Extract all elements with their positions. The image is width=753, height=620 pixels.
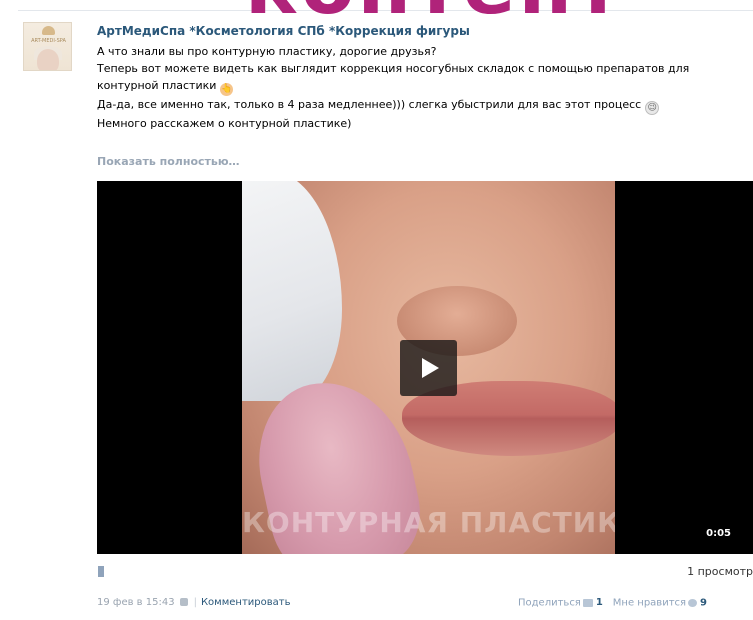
heart-icon <box>688 598 698 607</box>
share-count: 1 <box>595 597 603 608</box>
video-duration: 0:05 <box>706 528 731 539</box>
avatar-face <box>37 49 59 70</box>
avatar[interactable]: ART-MEDI-SPA <box>23 22 72 71</box>
pointing-hand-icon: 👆 <box>220 83 234 96</box>
video-watermark: КОНТУРНАЯ ПЛАСТИКА <box>242 506 615 539</box>
share-label: Поделиться <box>518 597 581 608</box>
post-text: А что знали вы про контурную пластику, д… <box>97 43 737 132</box>
like-label: Мне нравится <box>612 597 687 608</box>
video-player[interactable]: КОНТУРНАЯ ПЛАСТИКА 0:05 <box>97 181 753 554</box>
audio-bar-icon <box>98 566 104 577</box>
lock-icon <box>179 598 188 606</box>
avatar-brand: ART-MEDI-SPA <box>31 38 66 44</box>
post-line-text: Да-да, все именно так, только в 4 раза м… <box>97 98 642 111</box>
comment-link[interactable]: Комментировать <box>201 597 291 608</box>
post-line: Немного расскажем о контурной пластике) <box>97 117 352 130</box>
megaphone-icon <box>582 598 593 607</box>
wink-emoji-icon: 😉 <box>645 101 660 115</box>
shell-logo-icon <box>42 26 55 35</box>
post-date[interactable]: 19 фев в 15:43 <box>97 597 175 608</box>
post-actions: Поделиться 1 Мне нравится 9 <box>518 597 707 609</box>
post-page: контент ART-MEDI-SPA АртМедиСпа *Космето… <box>0 0 753 620</box>
share-button[interactable]: Поделиться 1 <box>518 597 613 609</box>
like-count: 9 <box>700 597 708 608</box>
view-count: 1 просмотр <box>687 565 753 578</box>
post-line: Да-да, все именно так, только в 4 раза м… <box>97 96 737 115</box>
like-button[interactable]: Мне нравится 9 <box>612 597 708 609</box>
post-line: контурной пластики 👆 <box>97 77 737 96</box>
play-icon <box>422 358 439 378</box>
show-more-link[interactable]: Показать полностью… <box>97 155 240 168</box>
play-button[interactable] <box>400 340 457 396</box>
post-line-text: контурной пластики <box>97 79 217 92</box>
overlay-title: контент <box>245 0 624 26</box>
video-cloth <box>242 181 342 401</box>
post-line: Теперь вот можете видеть как выглядит ко… <box>97 62 690 75</box>
post-footer: 19 фев в 15:43 | Комментировать <box>97 597 290 608</box>
separator: | <box>193 597 197 608</box>
post-line: А что знали вы про контурную пластику, д… <box>97 45 437 58</box>
